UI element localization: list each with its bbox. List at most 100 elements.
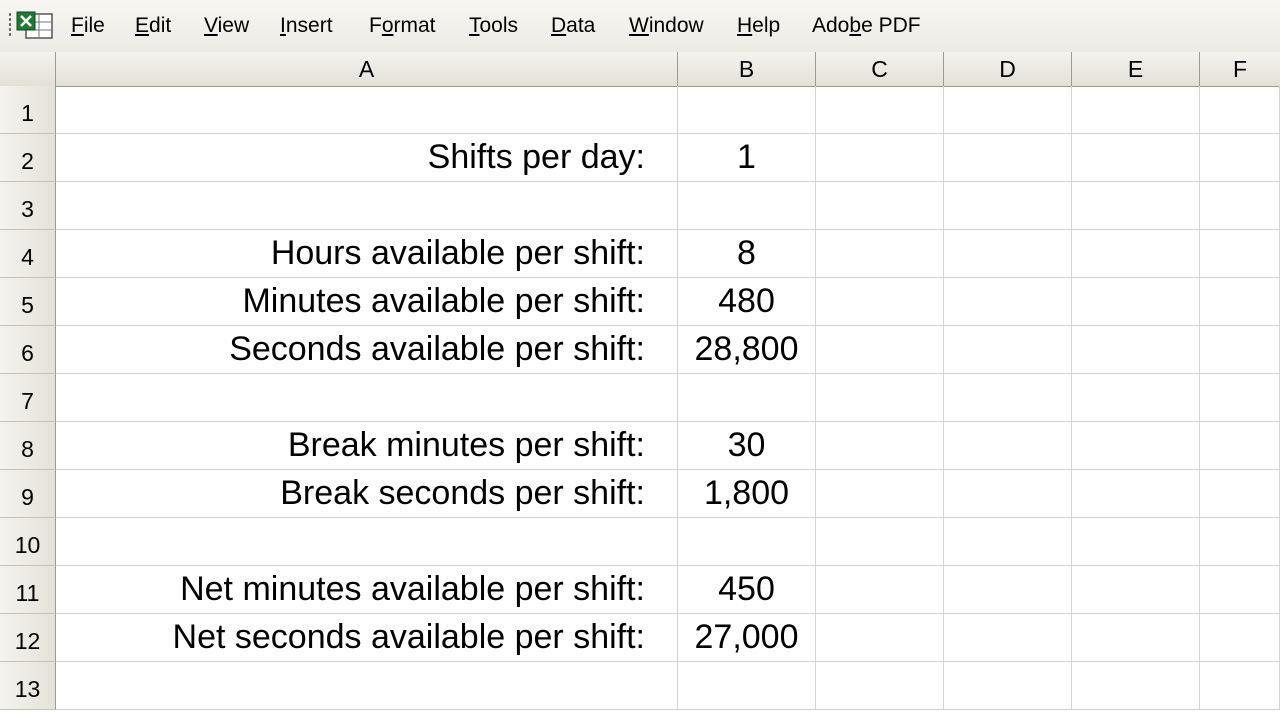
cell-d[interactable] xyxy=(944,470,1072,518)
cell-e[interactable] xyxy=(1072,134,1200,182)
column-header-c[interactable]: C xyxy=(816,52,944,86)
row-header[interactable]: 8 xyxy=(0,422,56,470)
cell-b[interactable]: 1,800 xyxy=(678,470,816,518)
cell-c[interactable] xyxy=(816,470,944,518)
cell-f[interactable] xyxy=(1200,230,1280,278)
cell-b[interactable] xyxy=(678,182,816,230)
cell-a[interactable] xyxy=(56,662,678,710)
row-header[interactable]: 5 xyxy=(0,278,56,326)
menu-help[interactable]: Help xyxy=(737,13,780,39)
cell-a[interactable]: Shifts per day: xyxy=(56,134,678,182)
cell-e[interactable] xyxy=(1072,278,1200,326)
cell-e[interactable] xyxy=(1072,662,1200,710)
cell-b[interactable]: 1 xyxy=(678,134,816,182)
cell-c[interactable] xyxy=(816,86,944,134)
cell-f[interactable] xyxy=(1200,182,1280,230)
menu-format[interactable]: Format xyxy=(369,13,436,39)
row-header[interactable]: 7 xyxy=(0,374,56,422)
row-header[interactable]: 12 xyxy=(0,614,56,662)
cell-d[interactable] xyxy=(944,566,1072,614)
cell-b[interactable]: 30 xyxy=(678,422,816,470)
row-header[interactable]: 4 xyxy=(0,230,56,278)
excel-icon[interactable] xyxy=(14,10,54,42)
cell-a[interactable]: Hours available per shift: xyxy=(56,230,678,278)
cell-e[interactable] xyxy=(1072,326,1200,374)
cell-e[interactable] xyxy=(1072,422,1200,470)
menu-tools[interactable]: Tools xyxy=(469,13,518,39)
cell-e[interactable] xyxy=(1072,230,1200,278)
cell-e[interactable] xyxy=(1072,182,1200,230)
cell-f[interactable] xyxy=(1200,518,1280,566)
cell-f[interactable] xyxy=(1200,614,1280,662)
cell-a[interactable] xyxy=(56,374,678,422)
cell-b[interactable]: 450 xyxy=(678,566,816,614)
cell-d[interactable] xyxy=(944,134,1072,182)
cell-b[interactable]: 27,000 xyxy=(678,614,816,662)
cell-d[interactable] xyxy=(944,326,1072,374)
cell-d[interactable] xyxy=(944,182,1072,230)
cell-c[interactable] xyxy=(816,182,944,230)
column-header-d[interactable]: D xyxy=(944,52,1072,86)
menu-edit[interactable]: Edit xyxy=(135,13,171,39)
cell-c[interactable] xyxy=(816,662,944,710)
row-header[interactable]: 1 xyxy=(0,86,56,134)
row-header[interactable]: 9 xyxy=(0,470,56,518)
cell-b[interactable]: 28,800 xyxy=(678,326,816,374)
cell-d[interactable] xyxy=(944,518,1072,566)
cell-a[interactable]: Net seconds available per shift: xyxy=(56,614,678,662)
cell-c[interactable] xyxy=(816,566,944,614)
cell-c[interactable] xyxy=(816,278,944,326)
cell-c[interactable] xyxy=(816,326,944,374)
cell-e[interactable] xyxy=(1072,518,1200,566)
cell-b[interactable] xyxy=(678,374,816,422)
menu-window[interactable]: Window xyxy=(629,13,704,39)
row-header[interactable]: 10 xyxy=(0,518,56,566)
cell-f[interactable] xyxy=(1200,470,1280,518)
cell-a[interactable] xyxy=(56,182,678,230)
cell-d[interactable] xyxy=(944,614,1072,662)
cell-c[interactable] xyxy=(816,422,944,470)
cell-e[interactable] xyxy=(1072,614,1200,662)
cell-f[interactable] xyxy=(1200,374,1280,422)
menu-data[interactable]: Data xyxy=(551,13,595,39)
cell-c[interactable] xyxy=(816,614,944,662)
cell-f[interactable] xyxy=(1200,566,1280,614)
cell-a[interactable]: Seconds available per shift: xyxy=(56,326,678,374)
cell-a[interactable] xyxy=(56,86,678,134)
cell-a[interactable]: Break seconds per shift: xyxy=(56,470,678,518)
cell-f[interactable] xyxy=(1200,422,1280,470)
cell-a[interactable]: Break minutes per shift: xyxy=(56,422,678,470)
menu-file[interactable]: File xyxy=(71,13,105,39)
cell-a[interactable]: Minutes available per shift: xyxy=(56,278,678,326)
cell-a[interactable]: Net minutes available per shift: xyxy=(56,566,678,614)
cell-b[interactable] xyxy=(678,662,816,710)
toolbar-grip-icon[interactable] xyxy=(8,12,12,38)
select-all-corner[interactable] xyxy=(0,52,56,86)
cell-f[interactable] xyxy=(1200,278,1280,326)
cell-f[interactable] xyxy=(1200,326,1280,374)
cell-c[interactable] xyxy=(816,374,944,422)
column-header-b[interactable]: B xyxy=(678,52,816,86)
cell-f[interactable] xyxy=(1200,134,1280,182)
column-header-a[interactable]: A xyxy=(56,52,678,86)
cell-e[interactable] xyxy=(1072,566,1200,614)
cell-d[interactable] xyxy=(944,86,1072,134)
cell-d[interactable] xyxy=(944,374,1072,422)
menu-insert[interactable]: Insert xyxy=(280,13,333,39)
cell-b[interactable] xyxy=(678,518,816,566)
cell-f[interactable] xyxy=(1200,662,1280,710)
cell-e[interactable] xyxy=(1072,470,1200,518)
row-header[interactable]: 11 xyxy=(0,566,56,614)
column-header-e[interactable]: E xyxy=(1072,52,1200,86)
row-header[interactable]: 3 xyxy=(0,182,56,230)
cell-f[interactable] xyxy=(1200,86,1280,134)
cell-e[interactable] xyxy=(1072,86,1200,134)
row-header[interactable]: 2 xyxy=(0,134,56,182)
cell-b[interactable]: 480 xyxy=(678,278,816,326)
row-header[interactable]: 13 xyxy=(0,662,56,710)
row-header[interactable]: 6 xyxy=(0,326,56,374)
column-header-f[interactable]: F xyxy=(1200,52,1280,86)
cell-d[interactable] xyxy=(944,422,1072,470)
cell-d[interactable] xyxy=(944,662,1072,710)
cell-d[interactable] xyxy=(944,230,1072,278)
